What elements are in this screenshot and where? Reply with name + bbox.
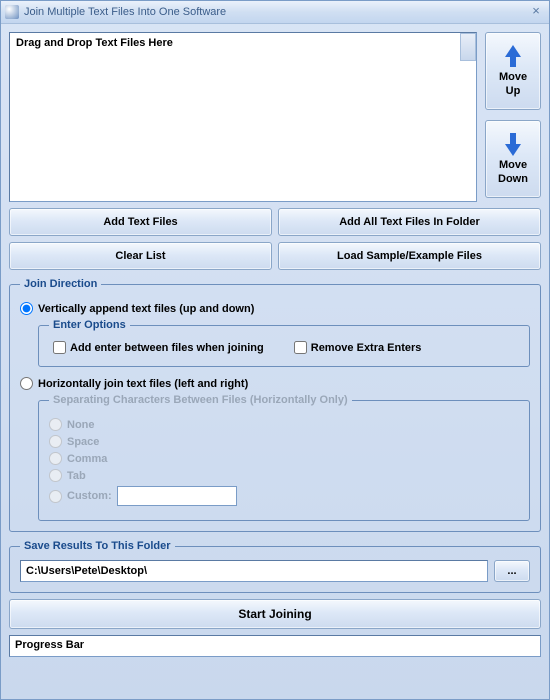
move-down-button[interactable]: Move Down <box>485 120 541 198</box>
vertical-radio-label: Vertically append text files (up and dow… <box>38 303 254 315</box>
save-path-input[interactable] <box>20 560 488 582</box>
move-down-label-1: Move <box>499 159 527 171</box>
horizontal-radio-row[interactable]: Horizontally join text files (left and r… <box>20 377 530 390</box>
move-up-button[interactable]: Move Up <box>485 32 541 110</box>
add-enter-checkbox[interactable] <box>53 341 66 354</box>
sep-comma-label: Comma <box>67 453 107 465</box>
sep-space-label: Space <box>67 436 99 448</box>
sep-none-label: None <box>67 419 95 431</box>
horizontal-radio[interactable] <box>20 377 33 390</box>
remove-extra-check-row[interactable]: Remove Extra Enters <box>294 341 422 354</box>
sep-custom-radio <box>49 490 62 503</box>
titlebar: Join Multiple Text Files Into One Softwa… <box>1 1 549 24</box>
move-buttons: Move Up Move Down <box>485 32 541 202</box>
add-enter-label: Add enter between files when joining <box>70 342 264 354</box>
sep-space-radio <box>49 435 62 448</box>
close-icon[interactable]: × <box>527 4 545 20</box>
join-direction-group: Join Direction Vertically append text fi… <box>9 278 541 532</box>
move-down-label-2: Down <box>498 173 528 185</box>
browse-button[interactable]: ... <box>494 560 530 582</box>
vertical-radio[interactable] <box>20 302 33 315</box>
arrow-up-icon <box>503 45 523 69</box>
sep-tab-row: Tab <box>49 469 519 482</box>
sep-custom-input <box>117 486 237 506</box>
sep-comma-radio <box>49 452 62 465</box>
sep-custom-label: Custom: <box>67 490 112 502</box>
remove-extra-checkbox[interactable] <box>294 341 307 354</box>
sep-none-radio <box>49 418 62 431</box>
add-folder-button[interactable]: Add All Text Files In Folder <box>278 208 541 236</box>
enter-options-legend: Enter Options <box>49 319 130 331</box>
content-area: Drag and Drop Text Files Here Move Up Mo… <box>1 24 549 699</box>
save-folder-legend: Save Results To This Folder <box>20 540 175 552</box>
add-enter-check-row[interactable]: Add enter between files when joining <box>53 341 264 354</box>
app-icon <box>5 5 19 19</box>
join-direction-legend: Join Direction <box>20 278 101 290</box>
separating-group: Separating Characters Between Files (Hor… <box>38 394 530 521</box>
scrollbar[interactable] <box>460 33 476 61</box>
horizontal-radio-label: Horizontally join text files (left and r… <box>38 378 248 390</box>
file-list-placeholder: Drag and Drop Text Files Here <box>16 37 173 49</box>
move-up-label-2: Up <box>506 85 521 97</box>
add-files-button[interactable]: Add Text Files <box>9 208 272 236</box>
start-joining-button[interactable]: Start Joining <box>9 599 541 629</box>
enter-options-row: Add enter between files when joining Rem… <box>49 339 519 356</box>
file-list[interactable]: Drag and Drop Text Files Here <box>9 32 477 202</box>
save-folder-group: Save Results To This Folder ... <box>9 540 541 593</box>
top-row: Drag and Drop Text Files Here Move Up Mo… <box>9 32 541 202</box>
save-folder-row: ... <box>20 560 530 582</box>
move-up-label-1: Move <box>499 71 527 83</box>
arrow-down-icon <box>503 133 523 157</box>
sep-tab-radio <box>49 469 62 482</box>
sep-space-row: Space <box>49 435 519 448</box>
sep-custom-row: Custom: <box>49 486 519 506</box>
main-window: Join Multiple Text Files Into One Softwa… <box>0 0 550 700</box>
sep-none-row: None <box>49 418 519 431</box>
sep-comma-row: Comma <box>49 452 519 465</box>
load-sample-button[interactable]: Load Sample/Example Files <box>278 242 541 270</box>
enter-options-group: Enter Options Add enter between files wh… <box>38 319 530 367</box>
sep-tab-label: Tab <box>67 470 86 482</box>
clear-list-button[interactable]: Clear List <box>9 242 272 270</box>
action-button-grid: Add Text Files Add All Text Files In Fol… <box>9 208 541 270</box>
progress-bar: Progress Bar <box>9 635 541 657</box>
remove-extra-label: Remove Extra Enters <box>311 342 422 354</box>
vertical-radio-row[interactable]: Vertically append text files (up and dow… <box>20 302 530 315</box>
progress-label: Progress Bar <box>15 639 84 651</box>
separating-legend: Separating Characters Between Files (Hor… <box>49 394 352 406</box>
window-title: Join Multiple Text Files Into One Softwa… <box>24 6 527 18</box>
